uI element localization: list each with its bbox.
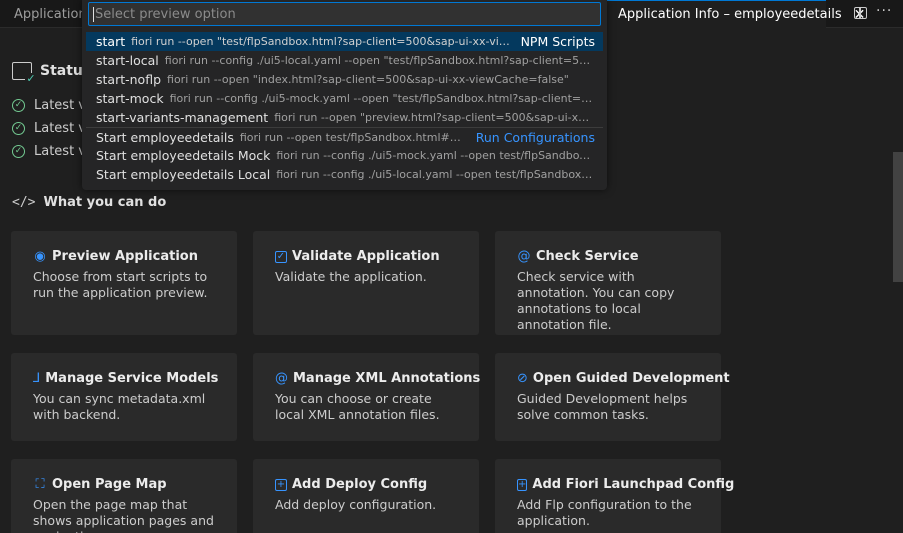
card-desc: You can sync metadata.xml with backend. xyxy=(33,391,206,422)
item-description: fiori run --open "preview.html?sap-clien… xyxy=(274,111,595,124)
text-caret xyxy=(93,7,94,22)
plus-box-icon: + xyxy=(517,478,528,491)
tab-application-info[interactable]: Application Info – employeedetails ✕ xyxy=(604,0,865,28)
check-circle-icon: ✓ xyxy=(12,99,25,112)
item-description: fiori run --open "index.html?sap-client=… xyxy=(167,73,569,86)
item-label: start-local xyxy=(96,53,159,68)
group-label: Run Configurations xyxy=(475,129,595,145)
quick-pick-item[interactable]: start-mock fiori run --config ./ui5-mock… xyxy=(86,89,603,108)
vertical-scrollbar[interactable] xyxy=(893,152,903,282)
card-title: Manage Service Models xyxy=(45,371,219,386)
what-you-can-do-header: </> What you can do xyxy=(12,195,166,210)
check-circle-icon: ✓ xyxy=(12,145,25,158)
card-desc: Add deploy configuration. xyxy=(275,497,437,512)
item-label: Start employeedetails xyxy=(96,129,234,145)
card-desc: You can choose or create local XML annot… xyxy=(275,391,440,422)
item-label: start-noflp xyxy=(96,72,162,87)
check-circle-icon: ✓ xyxy=(12,122,25,135)
card-desc: Guided Development helps solve common ta… xyxy=(517,391,688,422)
split-editor-icon[interactable] xyxy=(854,7,867,19)
card-desc: Validate the application. xyxy=(275,269,427,284)
quick-pick-item[interactable]: start-noflp fiori run --open "index.html… xyxy=(86,70,603,89)
card-desc: Add Flp configuration to the application… xyxy=(517,497,692,528)
item-label: start-variants-management xyxy=(96,110,269,125)
card-desc: Choose from start scripts to run the app… xyxy=(33,269,208,300)
quick-pick-item[interactable]: Start employeedetails Local fiori run --… xyxy=(86,165,603,184)
item-label: Start employeedetails Local xyxy=(96,167,271,182)
plus-box-icon: + xyxy=(275,478,287,491)
preview-icon: ◉ xyxy=(34,248,46,264)
item-description: fiori run --config ./ui5-mock.yaml --ope… xyxy=(276,149,595,162)
item-label: start-mock xyxy=(96,91,164,106)
status-icon xyxy=(12,62,37,85)
tab-application[interactable]: Application xyxy=(0,0,84,28)
section-title: What you can do xyxy=(43,195,167,210)
card-title: Preview Application xyxy=(52,249,198,264)
card-title: Manage XML Annotations xyxy=(293,371,481,386)
card-manage-xml-annotations[interactable]: @ Manage XML Annotations You can choose … xyxy=(253,353,481,441)
card-title: Open Guided Development xyxy=(532,371,730,386)
page-map-icon: ⛶ xyxy=(35,476,45,492)
validate-icon: ✓ xyxy=(275,250,287,263)
quick-pick-item[interactable]: start-variants-management fiori run --op… xyxy=(86,108,603,127)
more-actions-icon[interactable]: ··· xyxy=(876,3,892,19)
item-description: fiori run --config ./ui5-local.yaml --op… xyxy=(276,168,595,181)
card-open-guided-development[interactable]: ⊘ Open Guided Development Guided Develop… xyxy=(495,353,730,441)
quick-pick-list: start fiori run --open "test/flpSandbox.… xyxy=(86,32,603,184)
card-preview-application[interactable]: ◉ Preview Application Choose from start … xyxy=(11,231,237,335)
item-label: Start employeedetails Mock xyxy=(96,148,271,163)
at-icon: @ xyxy=(275,370,288,386)
item-description: fiori run --open test/flpSandbox.html#em… xyxy=(239,130,466,144)
quick-pick: start fiori run --open "test/flpSandbox.… xyxy=(82,0,607,190)
card-title: Open Page Map xyxy=(52,477,167,492)
at-icon: @ xyxy=(517,248,531,264)
item-description: fiori run --config ./ui5-local.yaml --op… xyxy=(164,54,595,67)
card-title: Check Service xyxy=(536,249,639,264)
tab-application-info-label: Application Info – employeedetails xyxy=(618,7,842,22)
card-title: Add Deploy Config xyxy=(292,477,428,492)
quick-pick-input[interactable] xyxy=(88,2,601,26)
card-open-page-map[interactable]: ⛶ Open Page Map Open the page map that s… xyxy=(11,459,237,533)
group-label: NPM Scripts xyxy=(520,34,595,49)
status-header: Status xyxy=(12,62,91,85)
tab-application-label: Application xyxy=(14,6,84,22)
item-description: fiori run --open "test/flpSandbox.html?s… xyxy=(131,35,510,48)
card-desc: Check service with annotation. You can c… xyxy=(517,269,675,332)
guided-dev-icon: ⊘ xyxy=(517,370,528,386)
quick-pick-item[interactable]: start fiori run --open "test/flpSandbox.… xyxy=(86,32,603,51)
item-description: fiori run --config ./ui5-mock.yaml --ope… xyxy=(169,92,595,105)
service-models-icon: ⅃ xyxy=(33,370,41,386)
card-add-deploy-config[interactable]: + Add Deploy Config Add deploy configura… xyxy=(253,459,479,533)
card-check-service[interactable]: @ Check Service Check service with annot… xyxy=(495,231,721,335)
quick-pick-item[interactable]: Start employeedetails fiori run --open t… xyxy=(86,127,603,146)
code-icon: </> xyxy=(12,195,36,210)
card-validate-application[interactable]: ✓ Validate Application Validate the appl… xyxy=(253,231,479,335)
card-add-fiori-launchpad-config[interactable]: + Add Fiori Launchpad Config Add Flp con… xyxy=(495,459,734,533)
quick-pick-item[interactable]: Start employeedetails Mock fiori run --c… xyxy=(86,146,603,165)
card-title: Add Fiori Launchpad Config xyxy=(532,477,735,492)
quick-pick-item[interactable]: start-local fiori run --config ./ui5-loc… xyxy=(86,51,603,70)
card-manage-service-models[interactable]: ⅃ Manage Service Models You can sync met… xyxy=(11,353,237,441)
card-title: Validate Application xyxy=(292,249,440,264)
item-label: start xyxy=(96,34,126,49)
card-desc: Open the page map that shows application… xyxy=(33,497,214,533)
